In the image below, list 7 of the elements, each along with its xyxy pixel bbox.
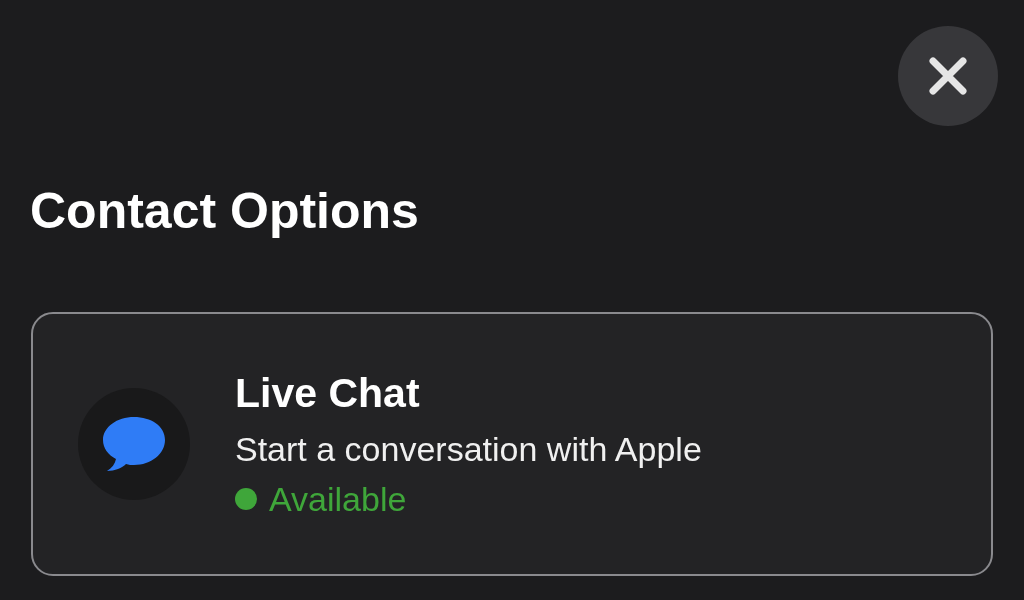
speech-bubble-icon xyxy=(101,415,167,473)
contact-option-card[interactable]: Live Chat Start a conversation with Apple Available xyxy=(31,312,993,576)
option-title: Live Chat xyxy=(235,369,420,418)
page-title: Contact Options xyxy=(30,186,419,236)
option-subtitle: Start a conversation with Apple xyxy=(235,429,702,470)
close-icon xyxy=(929,57,967,95)
status-label: Available xyxy=(269,479,407,520)
